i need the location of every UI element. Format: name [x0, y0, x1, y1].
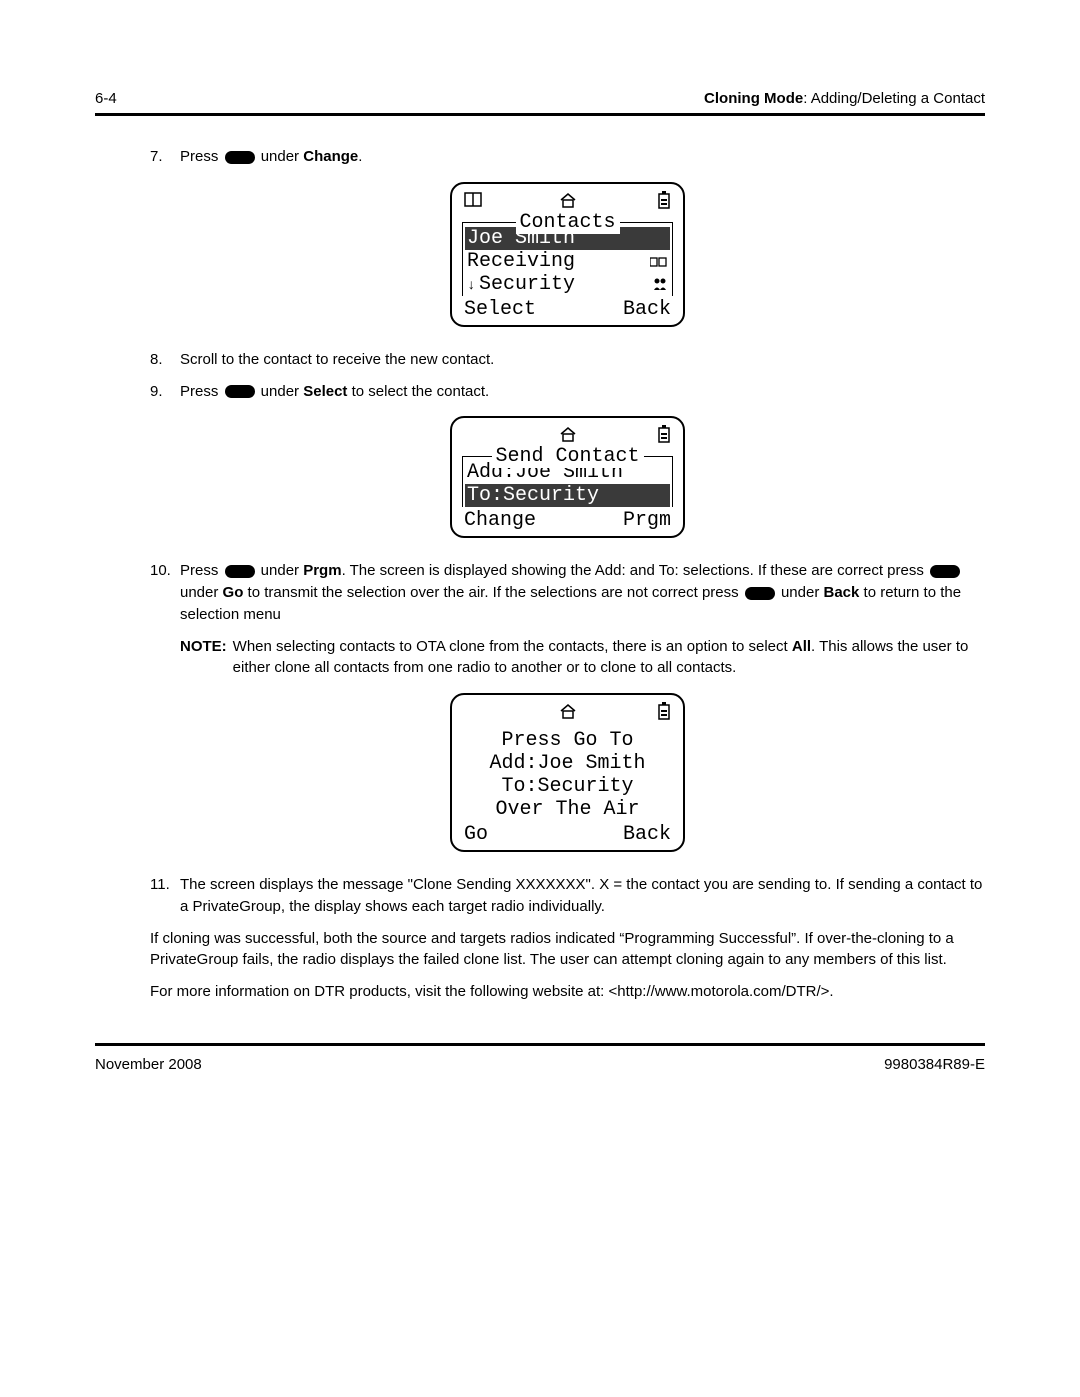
paragraph: For more information on DTR products, vi…	[150, 981, 985, 1003]
softkey-right: Prgm	[623, 509, 671, 532]
page-footer: November 2008 9980384R89-E	[95, 1056, 985, 1073]
softkey-icon	[930, 565, 960, 578]
softkey-left: Go	[464, 823, 488, 846]
lcd-screen-confirm: Press Go To Add:Joe Smith To:Security Ov…	[450, 693, 685, 852]
softkey-right: Back	[623, 823, 671, 846]
home-icon	[559, 192, 577, 208]
screen-line: Add:Joe Smith	[460, 752, 675, 775]
page-number: 6-4	[95, 90, 117, 107]
down-arrow-icon: ↓	[467, 279, 479, 293]
softkey-icon	[225, 565, 255, 578]
lcd-screen-send-contact: Send Contact Add:Joe Smith To:Security C…	[450, 416, 685, 538]
section-title: Cloning Mode: Adding/Deleting a Contact	[704, 90, 985, 107]
footer-rule	[95, 1043, 985, 1046]
home-icon	[559, 426, 577, 442]
home-icon	[559, 703, 577, 719]
group-icon	[650, 254, 668, 268]
book-icon	[464, 192, 482, 208]
screen-line: Over The Air	[460, 798, 675, 821]
battery-icon	[657, 425, 671, 443]
step-7: 7. Press under Change.	[150, 146, 985, 168]
page-header: 6-4 Cloning Mode: Adding/Deleting a Cont…	[95, 90, 985, 107]
step-9: 9. Press under Select to select the cont…	[150, 381, 985, 403]
screen-line: To:Security	[460, 775, 675, 798]
softkey-icon	[225, 151, 255, 164]
step-10: 10. Press under Prgm. The screen is disp…	[150, 560, 985, 625]
footer-docnum: 9980384R89-E	[884, 1056, 985, 1073]
paragraph: If cloning was successful, both the sour…	[150, 928, 985, 972]
screen-title: Send Contact	[491, 445, 643, 468]
step-11: 11. The screen displays the message "Clo…	[150, 874, 985, 918]
list-item-selected: To:Security	[465, 484, 670, 507]
list-item: Receiving	[463, 250, 672, 273]
note-block: NOTE: When selecting contacts to OTA clo…	[180, 636, 985, 680]
battery-icon	[657, 702, 671, 720]
header-rule	[95, 113, 985, 116]
screen-line: Press Go To	[460, 729, 675, 752]
battery-icon	[657, 191, 671, 209]
softkey-left: Select	[464, 298, 536, 321]
lcd-screen-contacts: Contacts Joe Smith Receiving ↓Security S…	[450, 182, 685, 327]
people-icon	[652, 277, 668, 291]
list-item: ↓Security	[463, 273, 672, 296]
softkey-icon	[225, 385, 255, 398]
softkey-icon	[745, 587, 775, 600]
softkey-left: Change	[464, 509, 536, 532]
screen-title: Contacts	[515, 211, 619, 234]
softkey-right: Back	[623, 298, 671, 321]
footer-date: November 2008	[95, 1056, 202, 1073]
step-8: 8. Scroll to the contact to receive the …	[150, 349, 985, 371]
